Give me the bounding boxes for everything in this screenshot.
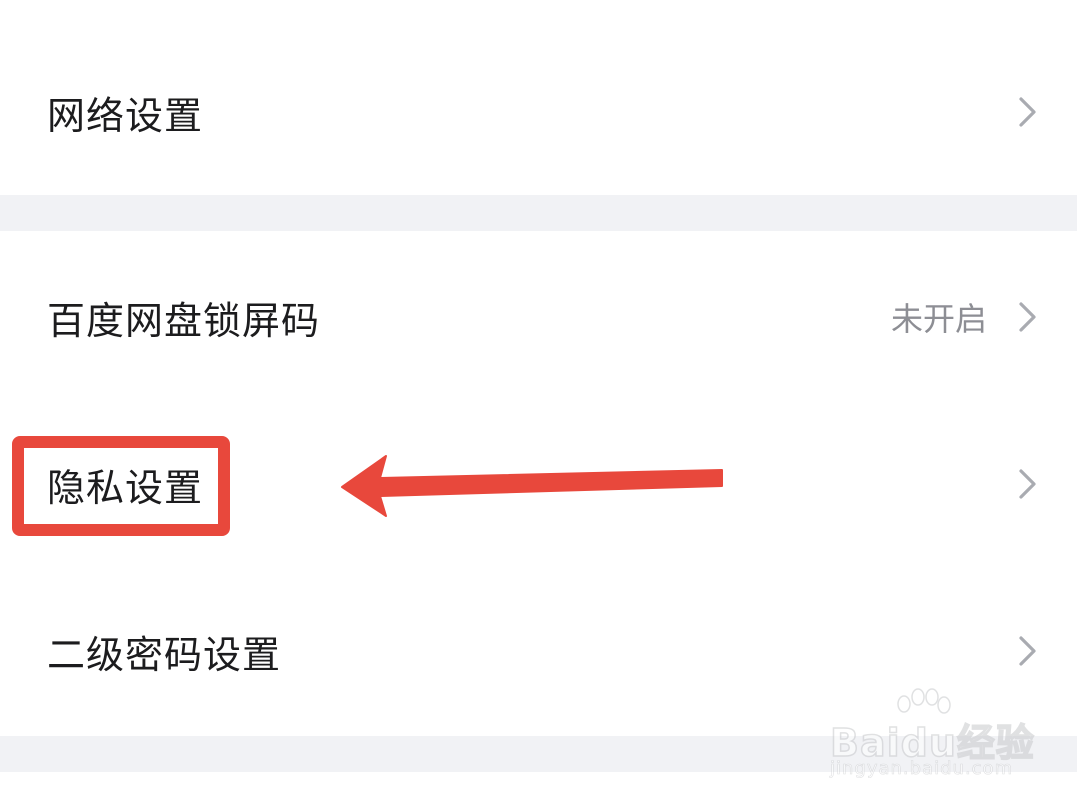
baidu-jingyan-watermark: Baidu经验 jingyan.baidu.com [826,688,1046,788]
lock-screen-code-status: 未开启 [890,300,987,338]
chevron-right-icon [1019,636,1036,666]
settings-group-network: 网络设置 [0,0,1077,195]
watermark-url: jingyan.baidu.com [830,758,1014,780]
group-divider [0,195,1077,231]
annotation-highlight-box [12,436,230,536]
chevron-right-icon [1019,97,1036,127]
secondary-password-label: 二级密码设置 [47,632,282,677]
chevron-right-icon [1019,469,1036,499]
network-settings-label: 网络设置 [47,93,204,138]
arrow-left-icon [341,455,723,517]
lock-screen-code-label: 百度网盘锁屏码 [47,298,321,343]
chevron-right-icon [1019,302,1036,332]
network-settings-row[interactable]: 网络设置 [0,52,1077,172]
lock-screen-code-row[interactable]: 百度网盘锁屏码 未开启 [0,257,1077,377]
